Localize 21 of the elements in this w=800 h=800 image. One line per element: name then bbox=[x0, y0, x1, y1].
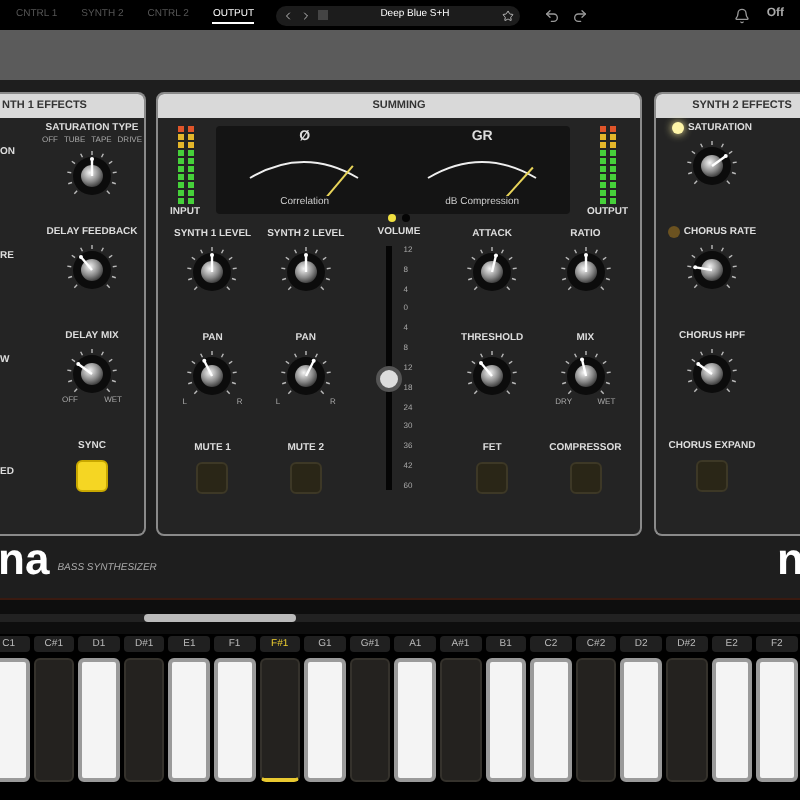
previous-icon[interactable] bbox=[282, 9, 294, 21]
natural-key[interactable] bbox=[711, 658, 753, 782]
led-meter bbox=[599, 126, 616, 204]
undo-icon[interactable] bbox=[544, 7, 560, 23]
toggle-button[interactable] bbox=[696, 460, 728, 492]
toggle-button[interactable] bbox=[476, 462, 509, 494]
toggle-button[interactable] bbox=[76, 460, 108, 492]
next-icon[interactable] bbox=[300, 9, 312, 21]
redo-icon[interactable] bbox=[572, 7, 588, 23]
bell-icon[interactable] bbox=[734, 7, 751, 23]
natural-key[interactable] bbox=[213, 658, 256, 782]
led-meter bbox=[177, 126, 193, 204]
natural-key[interactable] bbox=[485, 658, 527, 782]
toggle-button[interactable] bbox=[196, 462, 229, 494]
toggle-button[interactable] bbox=[289, 462, 322, 494]
fader-handle[interactable] bbox=[375, 365, 402, 392]
scroll-thumb[interactable] bbox=[144, 613, 296, 621]
toggle-button[interactable] bbox=[569, 462, 602, 494]
brand-logo: na bbox=[0, 538, 50, 582]
star-icon[interactable] bbox=[502, 9, 514, 21]
sharp-key[interactable] bbox=[259, 658, 301, 782]
